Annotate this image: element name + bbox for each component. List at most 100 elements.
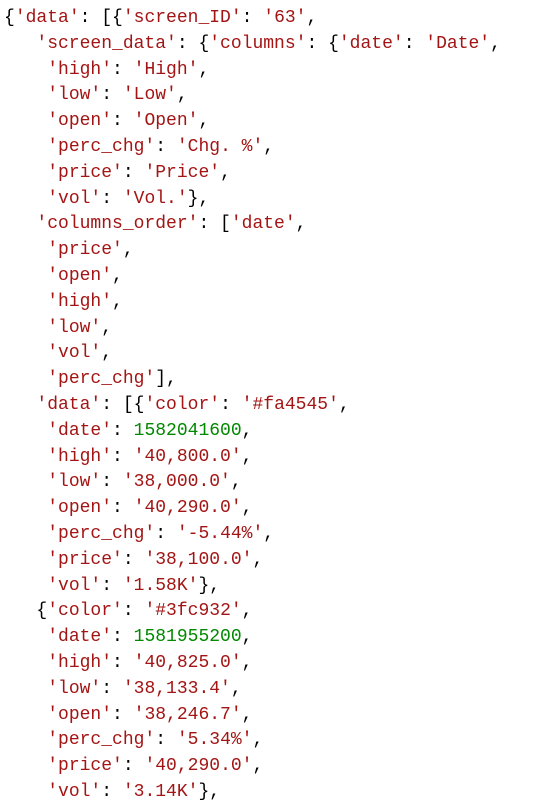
- code-token-key: 'price': [47, 163, 123, 183]
- code-token-punct: [4, 137, 47, 157]
- code-line: 'low': '38,000.0',: [4, 472, 242, 492]
- code-token-str: '-5.44%': [177, 524, 263, 544]
- code-token-key: 'columns_order': [36, 214, 198, 234]
- code-token-str: 'high': [47, 292, 112, 312]
- code-token-punct: :: [112, 60, 134, 80]
- code-token-str: '5.34%': [177, 730, 253, 750]
- code-token-str: '63': [263, 8, 306, 28]
- code-token-punct: : [{: [101, 395, 144, 415]
- code-token-key: 'color': [47, 601, 123, 621]
- code-token-punct: :: [123, 163, 145, 183]
- code-line: 'price',: [4, 240, 134, 260]
- code-token-punct: [4, 60, 47, 80]
- code-line: 'high': '40,800.0',: [4, 447, 252, 467]
- code-token-str: 'Price': [144, 163, 220, 183]
- code-token-key: 'date': [47, 627, 112, 647]
- code-token-punct: [4, 266, 47, 286]
- code-token-punct: ,: [242, 627, 253, 647]
- code-token-str: 'High': [134, 60, 199, 80]
- code-line: 'perc_chg': 'Chg. %',: [4, 137, 274, 157]
- code-line: 'date': 1582041600,: [4, 421, 252, 441]
- code-token-punct: :: [112, 498, 134, 518]
- code-token-punct: ,: [252, 550, 263, 570]
- code-token-punct: ,: [242, 705, 253, 725]
- code-line: 'data': [{'color': '#fa4545',: [4, 395, 350, 415]
- code-token-punct: },: [198, 576, 220, 596]
- code-token-punct: :: [101, 189, 123, 209]
- code-token-key: 'low': [47, 85, 101, 105]
- code-token-punct: ,: [490, 34, 501, 54]
- code-token-punct: ,: [242, 653, 253, 673]
- code-token-punct: [4, 447, 47, 467]
- code-line: 'vol': '3.14K'},: [4, 782, 220, 802]
- code-token-str: '40,800.0': [134, 447, 242, 467]
- code-token-str: 'Chg. %': [177, 137, 263, 157]
- code-token-key: 'screen_ID': [123, 8, 242, 28]
- code-token-punct: :: [123, 550, 145, 570]
- code-line: 'open': '38,246.7',: [4, 705, 252, 725]
- code-token-key: 'open': [47, 111, 112, 131]
- code-token-key: 'color': [144, 395, 220, 415]
- code-token-punct: : [{: [80, 8, 123, 28]
- code-token-str: '40,290.0': [134, 498, 242, 518]
- code-line: 'perc_chg': '-5.44%',: [4, 524, 274, 544]
- code-token-punct: ,: [307, 8, 318, 28]
- code-token-punct: ,: [231, 472, 242, 492]
- code-token-str: '40,825.0': [134, 653, 242, 673]
- code-token-punct: ,: [252, 756, 263, 776]
- code-token-punct: [4, 627, 47, 647]
- code-token-punct: ,: [101, 318, 112, 338]
- code-token-str: '3.14K': [123, 782, 199, 802]
- code-line: 'vol': 'Vol.'},: [4, 189, 209, 209]
- code-token-key: 'perc_chg': [47, 524, 155, 544]
- code-token-punct: ,: [242, 601, 253, 621]
- code-token-key: 'price': [47, 756, 123, 776]
- code-token-punct: ,: [252, 730, 263, 750]
- code-line: {'color': '#3fc932',: [4, 601, 252, 621]
- code-token-str: 'vol': [47, 343, 101, 363]
- code-token-punct: [4, 214, 36, 234]
- code-token-key: 'high': [47, 653, 112, 673]
- code-token-punct: ,: [123, 240, 134, 260]
- code-line: 'perc_chg'],: [4, 369, 177, 389]
- code-token-punct: :: [112, 627, 134, 647]
- code-line: 'vol',: [4, 343, 112, 363]
- code-token-punct: :: [112, 447, 134, 467]
- code-token-str: 'Open': [134, 111, 199, 131]
- code-token-punct: [4, 34, 36, 54]
- code-token-str: '40,290.0': [144, 756, 252, 776]
- code-token-key: 'open': [47, 705, 112, 725]
- code-token-punct: ,: [101, 343, 112, 363]
- code-token-key: 'price': [47, 550, 123, 570]
- code-line: 'screen_data': {'columns': {'date': 'Dat…: [4, 34, 501, 54]
- code-line: 'date': 1581955200,: [4, 627, 252, 647]
- code-token-str: '#3fc932': [144, 601, 241, 621]
- code-token-punct: [4, 576, 47, 596]
- code-token-key: 'high': [47, 447, 112, 467]
- code-line: 'perc_chg': '5.34%',: [4, 730, 263, 750]
- code-token-punct: :: [155, 524, 177, 544]
- code-line: 'low',: [4, 318, 112, 338]
- code-token-punct: : {: [177, 34, 209, 54]
- code-token-punct: ,: [112, 266, 123, 286]
- code-token-punct: ,: [339, 395, 350, 415]
- code-line: 'open',: [4, 266, 123, 286]
- code-token-punct: [4, 189, 47, 209]
- code-token-punct: ,: [263, 524, 274, 544]
- code-token-str: '38,246.7': [134, 705, 242, 725]
- code-line: 'high': 'High',: [4, 60, 209, 80]
- code-token-punct: [4, 421, 47, 441]
- code-token-punct: :: [123, 756, 145, 776]
- code-token-key: 'high': [47, 60, 112, 80]
- code-token-punct: : [: [198, 214, 230, 234]
- code-token-key: 'open': [47, 498, 112, 518]
- code-token-punct: [4, 756, 47, 776]
- code-token-punct: {: [4, 601, 47, 621]
- code-token-punct: ,: [220, 163, 231, 183]
- code-token-punct: :: [220, 395, 242, 415]
- code-token-punct: [4, 705, 47, 725]
- code-token-punct: [4, 292, 47, 312]
- code-token-str: '1.58K': [123, 576, 199, 596]
- code-token-punct: },: [198, 782, 220, 802]
- code-token-key: 'low': [47, 679, 101, 699]
